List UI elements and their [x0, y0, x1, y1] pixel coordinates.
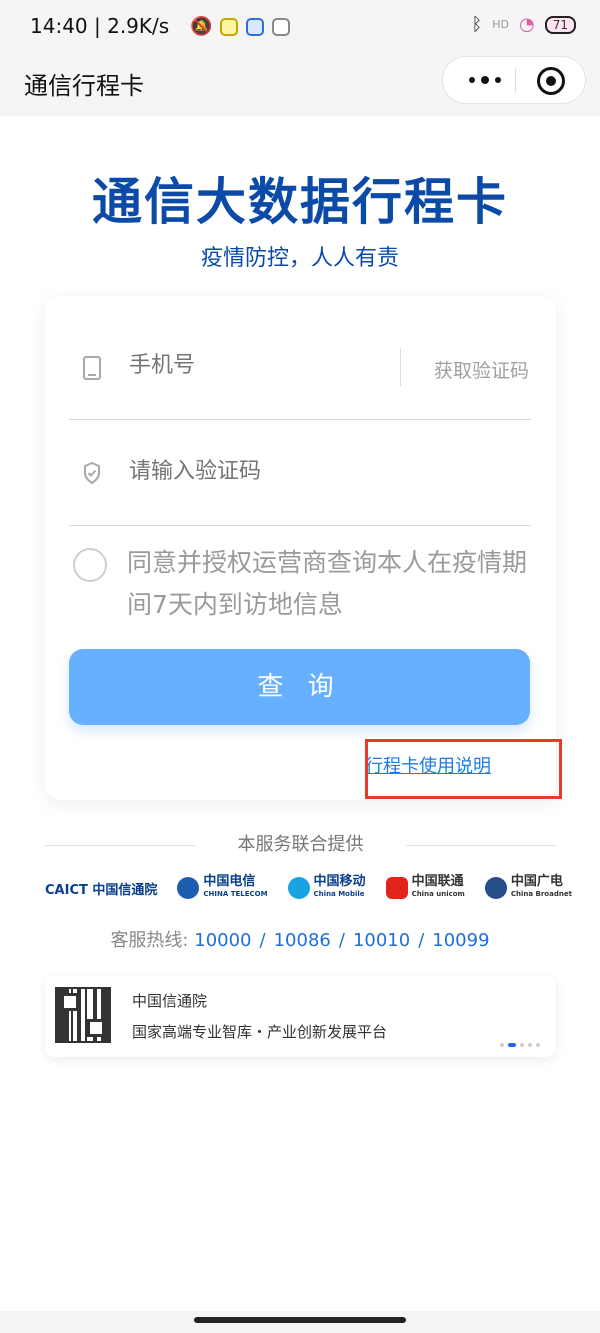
hotline-number[interactable]: 10099: [432, 930, 489, 951]
providers-heading-text: 本服务联合提供: [237, 834, 364, 855]
status-bar: 14:40 | 2.9K/s 🔕 ᛒ HD ◔ 71: [0, 0, 600, 56]
agreement-text: 同意并授权运营商查询本人在疫情期间7天内到访地信息: [127, 548, 528, 619]
more-menu-icon[interactable]: [469, 76, 501, 84]
banner-slogan: 国家高端专业智库・产业创新发展平台: [132, 1023, 388, 1041]
hotline-number[interactable]: 10086: [274, 930, 331, 951]
china-mobile-logo: 中国移动 China Mobile: [287, 875, 366, 900]
provider-logos: CAICT 中国信通院 中国电信 CHINA TELECOM 中国移动 Chin…: [45, 873, 572, 903]
verification-code-input[interactable]: [129, 458, 389, 484]
hotline-number[interactable]: 10000: [194, 930, 251, 951]
status-system-icons: ᛒ HD ◔ 71: [471, 14, 576, 35]
customer-hotline: 客服热线: 10000/10086/10010/10099: [110, 930, 490, 951]
china-telecom-logo: 中国电信 CHINA TELECOM: [177, 875, 268, 900]
home-indicator-bar: [0, 1311, 600, 1333]
close-miniprogram-icon[interactable]: [537, 67, 565, 95]
home-indicator[interactable]: [194, 1317, 406, 1323]
caict-banner[interactable]: 中国信通院 国家高端专业智库・产业创新发展平台: [45, 975, 556, 1057]
app-notification-icon: [272, 17, 291, 36]
hotline-label: 客服热线:: [110, 930, 189, 951]
shield-icon: [83, 462, 101, 486]
status-time-speed: 14:40 | 2.9K/s: [30, 14, 170, 38]
hotline-number[interactable]: 10010: [353, 930, 410, 951]
qr-code-icon: [55, 987, 111, 1043]
app-notification-icon: [220, 17, 239, 36]
signal-icon: HD: [492, 18, 509, 31]
china-broadnet-logo: 中国广电 China Broadnet: [484, 875, 572, 900]
divider-line: [406, 845, 556, 846]
status-notification-icons: 🔕: [190, 16, 291, 37]
phone-input[interactable]: [129, 352, 389, 378]
get-code-button[interactable]: 获取验证码: [434, 356, 529, 383]
phone-row: 获取验证码: [69, 312, 531, 420]
page-subtitle: 疫情防控，人人有责: [200, 246, 399, 271]
nav-bar: 通信行程卡: [0, 56, 600, 116]
miniprogram-capsule: [442, 56, 586, 104]
mute-icon: 🔕: [190, 16, 213, 37]
query-button[interactable]: 查 询: [69, 649, 530, 725]
field-divider: [400, 348, 401, 386]
china-unicom-logo: 中国联通 China unicom: [385, 875, 465, 900]
code-row: [69, 418, 531, 526]
phone-icon: [83, 356, 101, 380]
bluetooth-icon: ᛒ: [471, 14, 483, 35]
app-notification-icon: [246, 17, 265, 36]
carousel-dots: [500, 1043, 540, 1047]
nav-title: 通信行程卡: [24, 72, 144, 100]
battery-icon: 71: [544, 15, 576, 34]
highlight-annotation-box: [365, 739, 562, 799]
query-card: 获取验证码 同意并授权运营商查询本人在疫情期间7天内到访地信息 查 询 行程卡使…: [45, 296, 556, 800]
agreement-checkbox[interactable]: [73, 548, 107, 582]
page-title: 通信大数据行程卡: [92, 173, 508, 231]
providers-heading: 本服务联合提供: [45, 830, 556, 860]
capsule-divider: [515, 69, 516, 93]
wifi-icon: ◔: [519, 14, 535, 35]
banner-org-name: 中国信通院: [132, 992, 208, 1010]
caict-logo: CAICT 中国信通院: [45, 882, 158, 898]
